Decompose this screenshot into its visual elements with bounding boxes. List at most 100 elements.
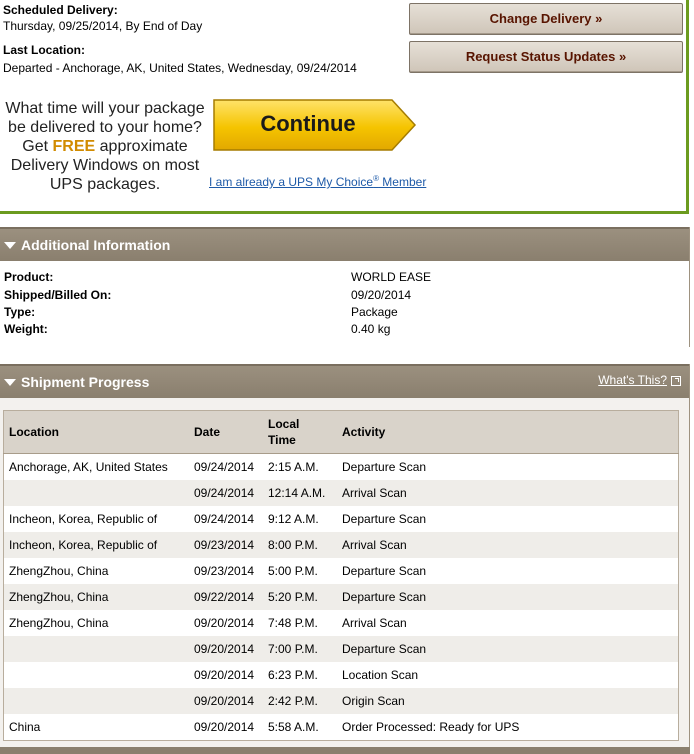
cell-time: 5:20 P.M. (263, 584, 337, 610)
cell-time: 2:42 P.M. (263, 688, 337, 714)
table-row: ZhengZhou, China 09/23/2014 5:00 P.M. Depar… (4, 558, 679, 584)
cell-time: 2:15 A.M. (268, 460, 319, 474)
promo-free-text: FREE (52, 138, 96, 155)
my-choice-member-link[interactable]: I am already a UPS My Choice® Member (209, 174, 426, 189)
info-value: 09/20/2014 (351, 288, 412, 302)
cell-date: 09/20/2014 (194, 668, 255, 682)
table-row: 09/20/2014 7:00 P.M. Departure Scan (3, 636, 679, 662)
info-row-shipped: Shipped/Billed On: 09/20/2014 (4, 288, 504, 305)
local-time-header-text: Local Time (268, 417, 300, 447)
column-header-location: Location (3, 410, 189, 454)
cell-activity: Arrival Scan (337, 532, 679, 558)
additional-information-header[interactable]: Additional Information (0, 227, 689, 261)
info-value: 0.40 kg (351, 322, 391, 336)
cell-location: China (9, 720, 41, 734)
column-header-activity: Activity (337, 410, 679, 454)
cell-location: ZhengZhou, China (9, 564, 109, 578)
change-delivery-button[interactable]: Change Delivery » (409, 3, 683, 35)
cell-time: 12:14 A.M. (263, 480, 337, 506)
cell-location: ZhengZhou, China (3, 584, 189, 610)
table-row: 09/24/2014 12:14 A.M. Arrival Scan (3, 480, 679, 506)
info-label: Product: (4, 270, 54, 284)
cell-activity: Departure Scan (342, 512, 427, 526)
column-header-local-time: Local Time (263, 410, 337, 454)
shipment-progress-rows: Anchorage, AK, United States 09/24/2014 2:… (3, 454, 679, 741)
whats-this-link[interactable]: What's This? (598, 372, 681, 388)
cell-date: 09/20/2014 (189, 636, 263, 662)
scheduled-delivery-label: Scheduled Delivery: (3, 3, 118, 17)
cell-date: 09/24/2014 (189, 480, 263, 506)
cell-time: 7:00 P.M. (263, 636, 337, 662)
cell-date: 09/20/2014 (189, 688, 263, 714)
cell-time: 9:12 A.M. (268, 512, 319, 526)
cell-location: Incheon, Korea, Republic of (9, 512, 158, 526)
table-row: ZhengZhou, China 09/22/2014 5:20 P.M. Depar… (3, 584, 679, 610)
shipment-progress-body: Location Date Local Time Activity Anchor… (0, 398, 689, 752)
shipment-progress-table: Location Date Local Time Activity Anchor… (3, 410, 679, 741)
cell-date: 09/24/2014 (194, 512, 255, 526)
shipment-progress-title: Shipment Progress (21, 374, 150, 390)
table-row: 09/20/2014 6:23 P.M. Location Scan (4, 662, 679, 688)
cell-date: 09/23/2014 (194, 564, 255, 578)
info-row-type: Type: Package (4, 305, 504, 322)
cell-time: 5:00 P.M. (268, 564, 318, 578)
cell-activity: Order Processed: Ready for UPS (342, 720, 520, 734)
cell-activity: Location Scan (342, 668, 419, 682)
cell-location (3, 480, 189, 506)
cell-location: Incheon, Korea, Republic of (3, 532, 189, 558)
cell-date: 09/20/2014 (194, 720, 255, 734)
info-label: Type: (4, 305, 36, 319)
cell-location: ZhengZhou, China (9, 616, 109, 630)
table-row: 09/20/2014 2:42 P.M. Origin Scan (3, 688, 679, 714)
cell-activity: Origin Scan (337, 688, 679, 714)
last-location-value: Departed - Anchorage, AK, United States,… (3, 61, 357, 75)
cell-date: 09/24/2014 (194, 460, 255, 474)
request-status-updates-button[interactable]: Request Status Updates » (409, 41, 683, 73)
column-header-date: Date (189, 410, 263, 454)
cell-activity: Departure Scan (337, 584, 679, 610)
table-row: Anchorage, AK, United States 09/24/2014 2:… (4, 454, 679, 481)
cell-activity: Departure Scan (337, 636, 679, 662)
whats-this-text: What's This? (598, 373, 667, 387)
table-row: Incheon, Korea, Republic of 09/23/2014 8:0… (3, 532, 679, 558)
shipment-progress-header[interactable]: Shipment Progress What's This? (0, 364, 689, 398)
table-row: ZhengZhou, China 09/20/2014 7:48 P.M. Arriv… (4, 610, 679, 636)
popup-window-icon (671, 375, 681, 386)
collapse-triangle-icon (4, 241, 16, 249)
info-label: Weight: (4, 322, 48, 336)
continue-button[interactable]: Continue (212, 98, 418, 152)
info-label: Shipped/Billed On: (4, 288, 112, 302)
cell-date: 09/20/2014 (194, 616, 255, 630)
cell-activity: Departure Scan (342, 564, 427, 578)
continue-label: Continue (260, 111, 356, 136)
cell-location (3, 636, 189, 662)
table-row: Incheon, Korea, Republic of 09/24/2014 9:1… (4, 506, 679, 532)
additional-information-title: Additional Information (21, 237, 171, 253)
my-choice-link-suffix: Member (378, 175, 427, 189)
cell-date: 09/23/2014 (189, 532, 263, 558)
info-row-product: Product: WORLD EASE (4, 270, 504, 287)
scheduled-delivery-value: Thursday, 09/25/2014, By End of Day (3, 19, 203, 33)
cell-time: 5:58 A.M. (268, 720, 319, 734)
additional-information-section: Additional Information Product: WORLD EA… (0, 227, 690, 347)
info-value: WORLD EASE (351, 270, 432, 284)
info-value: Package (351, 305, 398, 319)
cell-location: Anchorage, AK, United States (9, 460, 168, 474)
last-location-label: Last Location: (3, 43, 86, 57)
cell-date: 09/22/2014 (189, 584, 263, 610)
info-row-weight: Weight: 0.40 kg (4, 322, 504, 339)
shipment-progress-section: Shipment Progress What's This? Location … (0, 364, 690, 752)
cell-time: 8:00 P.M. (263, 532, 337, 558)
bottom-divider (0, 747, 690, 754)
cell-time: 7:48 P.M. (268, 616, 318, 630)
my-choice-promo-text: What time will your package be delivered… (4, 99, 206, 194)
cell-location (4, 662, 190, 688)
delivery-panel: Scheduled Delivery: Thursday, 09/25/2014… (0, 0, 689, 214)
cell-activity: Arrival Scan (342, 616, 407, 630)
table-row: China 09/20/2014 5:58 A.M. Order Processed:… (4, 714, 679, 741)
cell-location (3, 688, 189, 714)
collapse-triangle-icon (4, 378, 16, 386)
cell-activity: Departure Scan (342, 460, 427, 474)
additional-information-body: Product: WORLD EASE Shipped/Billed On: 0… (0, 261, 689, 347)
cell-activity: Arrival Scan (337, 480, 679, 506)
